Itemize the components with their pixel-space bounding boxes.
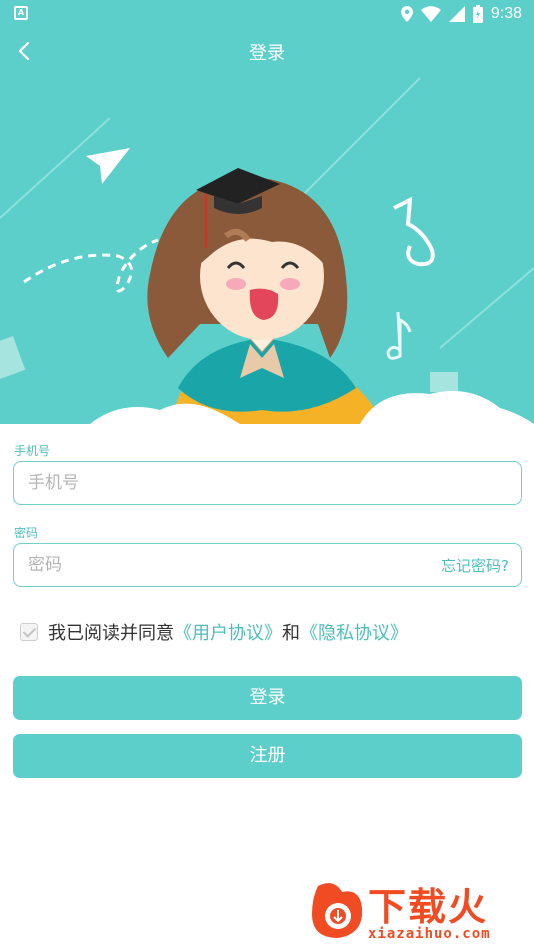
status-icons: 9:38 xyxy=(400,4,522,24)
agreement-prefix: 我已阅读并同意 xyxy=(48,623,174,644)
app-notification-icon: A xyxy=(14,6,28,20)
watermark-logo: 下载火 xiazaihuo.com xyxy=(308,876,528,946)
phone-input[interactable] xyxy=(28,462,408,503)
status-bar: A 9:38 xyxy=(0,0,534,28)
privacy-policy-link[interactable]: 《隐私协议》 xyxy=(300,619,408,645)
battery-icon xyxy=(472,5,483,23)
register-button[interactable]: 注册 xyxy=(13,734,522,778)
music-note-icon xyxy=(393,196,435,267)
signal-icon xyxy=(448,6,465,22)
top-app-bar: 登录 xyxy=(0,28,534,74)
paper-plane-icon xyxy=(86,148,130,184)
agreement-checkbox[interactable] xyxy=(20,623,38,641)
user-agreement-link[interactable]: 《用户协议》 xyxy=(174,619,282,645)
password-input[interactable] xyxy=(28,544,408,585)
phone-label: 手机号 xyxy=(14,444,51,458)
login-button[interactable]: 登录 xyxy=(13,676,522,720)
watermark-url: xiazaihuo.com xyxy=(368,926,491,942)
hero-illustration xyxy=(0,28,534,424)
clock: 9:38 xyxy=(490,5,522,22)
girl-graduate-illustration xyxy=(0,77,534,424)
password-field-box: 忘记密码? xyxy=(13,543,522,587)
watermark-brand: 下载火 xyxy=(368,885,489,929)
agreement-row: 我已阅读并同意 《用户协议》 和 《隐私协议》 xyxy=(20,620,408,644)
page-title: 登录 xyxy=(249,43,285,64)
phone-field-box xyxy=(13,461,522,505)
flame-logo-icon xyxy=(312,883,363,938)
wifi-icon xyxy=(420,6,441,22)
location-icon xyxy=(400,6,413,22)
password-label: 密码 xyxy=(14,526,39,540)
forgot-password-link[interactable]: 忘记密码? xyxy=(441,555,509,576)
agreement-conjunction: 和 xyxy=(282,623,300,644)
